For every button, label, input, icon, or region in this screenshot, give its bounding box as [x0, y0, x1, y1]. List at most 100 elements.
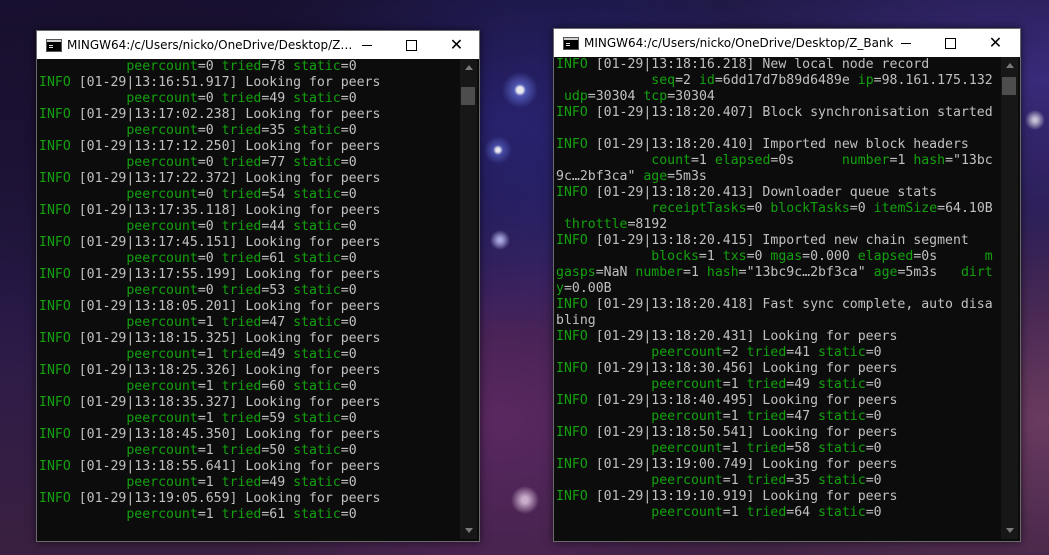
- maximize-button[interactable]: [389, 31, 434, 59]
- log-text: =30304: [667, 89, 715, 104]
- log-line: throttle=8192: [556, 217, 1001, 233]
- log-text: [01-29|13:19:10.919] Looking for peers: [587, 489, 898, 504]
- log-key: INFO: [556, 233, 588, 248]
- log-key: static: [293, 155, 341, 170]
- log-line: bling: [556, 313, 1001, 329]
- scroll-down-arrow-icon[interactable]: [1006, 528, 1014, 533]
- maximize-button[interactable]: [928, 29, 973, 57]
- close-button[interactable]: ✕: [973, 29, 1018, 57]
- terminal-window-left[interactable]: MINGW64:/c/Users/nicko/OneDrive/Desktop/…: [36, 30, 480, 542]
- maximize-icon: [406, 39, 417, 51]
- log-key: peercount: [126, 475, 198, 490]
- terminal-window-right[interactable]: MINGW64:/c/Users/nicko/OneDrive/Desktop/…: [553, 28, 1021, 542]
- log-key: peercount: [651, 409, 723, 424]
- scrollbar[interactable]: [1001, 57, 1018, 539]
- log-text: =2: [722, 345, 747, 360]
- log-key: static: [293, 59, 341, 74]
- log-text: =64.10B: [937, 201, 993, 216]
- close-button[interactable]: ✕: [434, 31, 479, 59]
- log-text: =77: [261, 155, 294, 170]
- log-text: =44: [261, 219, 294, 234]
- log-text: [01-29|13:18:35.327] Looking for peers: [70, 395, 381, 410]
- terminal-app-icon[interactable]: [46, 39, 62, 52]
- log-key: tried: [221, 123, 262, 138]
- log-key: hash: [913, 153, 946, 168]
- scroll-down-arrow-icon[interactable]: [465, 528, 473, 533]
- log-key: m: [984, 249, 993, 264]
- log-key: INFO: [556, 393, 588, 408]
- log-text: =0: [197, 283, 222, 298]
- log-key: peercount: [126, 283, 198, 298]
- scroll-up-arrow-icon[interactable]: [1006, 63, 1014, 68]
- minimize-icon: [900, 42, 911, 44]
- minimize-button[interactable]: [883, 29, 928, 57]
- scroll-thumb[interactable]: [1002, 77, 1016, 95]
- log-line: peercount=1 tried=47 static=0: [556, 409, 1001, 425]
- log-text: =1: [197, 443, 222, 458]
- log-line: INFO [01-29|13:19:10.919] Looking for pe…: [556, 489, 1001, 505]
- log-text: ="13bc9c…2bf3ca": [738, 265, 874, 280]
- log-key: static: [818, 473, 866, 488]
- log-key: static: [293, 187, 341, 202]
- maximize-icon: [945, 37, 956, 49]
- log-key: peercount: [126, 91, 198, 106]
- log-text: =5m3s: [897, 265, 961, 280]
- log-key: tried: [221, 91, 262, 106]
- log-text: =0: [197, 155, 222, 170]
- log-text: [01-29|13:18:55.641] Looking for peers: [70, 459, 381, 474]
- title-bar[interactable]: MINGW64:/c/Users/nicko/OneDrive/Desktop/…: [554, 29, 1020, 57]
- log-line: INFO [01-29|13:18:25.326] Looking for pe…: [39, 363, 460, 379]
- log-text: =1: [690, 153, 715, 168]
- log-key: peercount: [651, 345, 723, 360]
- log-text: [01-29|13:18:05.201] Looking for peers: [70, 299, 381, 314]
- log-line: INFO [01-29|13:17:12.250] Looking for pe…: [39, 139, 460, 155]
- log-line: INFO [01-29|13:18:55.641] Looking for pe…: [39, 459, 460, 475]
- log-key: throttle: [563, 217, 628, 232]
- terminal-app-icon[interactable]: [563, 37, 579, 50]
- minimize-icon: [361, 44, 372, 46]
- log-line: INFO [01-29|13:17:45.151] Looking for pe…: [39, 235, 460, 251]
- log-text: =0s: [770, 153, 842, 168]
- log-text: =50: [261, 443, 294, 458]
- log-text: =0: [340, 507, 357, 522]
- title-bar[interactable]: MINGW64:/c/Users/nicko/OneDrive/Desktop/…: [37, 31, 479, 59]
- log-text: [01-29|13:18:20.415] Imported new chain …: [587, 233, 969, 248]
- log-key: tried: [221, 155, 262, 170]
- log-line: INFO [01-29|13:16:51.917] Looking for pe…: [39, 75, 460, 91]
- log-text: =0: [197, 123, 222, 138]
- log-text: =1: [197, 315, 222, 330]
- log-key: tried: [746, 441, 787, 456]
- log-text: =1: [197, 507, 222, 522]
- log-text: =35: [261, 123, 294, 138]
- log-line: INFO [01-29|13:17:02.238] Looking for pe…: [39, 107, 460, 123]
- log-text: =0s: [913, 249, 985, 264]
- scroll-thumb[interactable]: [461, 87, 475, 105]
- terminal-output[interactable]: peercount=0 tried=78 static=0 INFO [01-29…: [39, 59, 460, 539]
- scroll-up-arrow-icon[interactable]: [465, 65, 473, 70]
- log-key: tried: [221, 379, 262, 394]
- terminal-output[interactable]: INFO [01-29|13:18:16.218] New local node…: [556, 57, 1001, 539]
- minimize-button[interactable]: [344, 31, 389, 59]
- log-line: y=0.00B: [556, 281, 1001, 297]
- log-key: number: [635, 265, 684, 280]
- log-line: INFO [01-29|13:18:20.431] Looking for pe…: [556, 329, 1001, 345]
- log-text: bling: [556, 313, 596, 328]
- log-line: INFO [01-29|13:17:35.118] Looking for pe…: [39, 203, 460, 219]
- log-text: =6dd17d7b89d6489e: [714, 73, 858, 88]
- log-text: =0.00B: [563, 281, 612, 296]
- scrollbar[interactable]: [460, 59, 477, 539]
- log-text: [01-29|13:18:16.218] New local node reco…: [587, 57, 930, 72]
- log-line: INFO [01-29|13:18:20.413] Downloader que…: [556, 185, 1001, 201]
- log-text: =0: [340, 91, 357, 106]
- log-key: INFO: [39, 139, 71, 154]
- log-key: seq: [651, 73, 676, 88]
